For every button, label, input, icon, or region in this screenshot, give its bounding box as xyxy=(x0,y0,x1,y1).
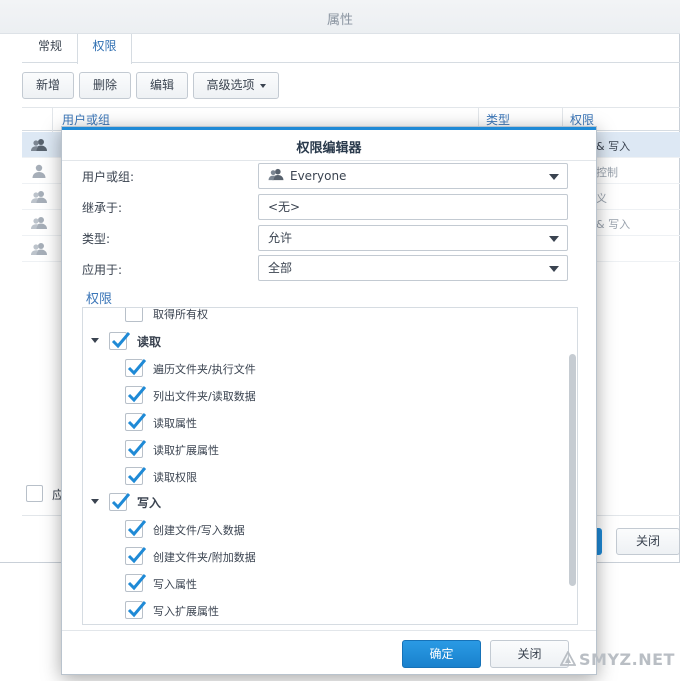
read-permissions-checkbox[interactable] xyxy=(125,467,146,485)
inherit-from-value: <无> xyxy=(268,200,301,214)
properties-tabs: 常规 权限 xyxy=(22,34,680,64)
write-extended-attributes-checkbox[interactable] xyxy=(125,601,146,619)
read-group-checkbox[interactable] xyxy=(109,332,130,350)
divider xyxy=(62,630,596,631)
user-group-icon xyxy=(31,241,47,260)
apply-checkbox[interactable] xyxy=(26,485,43,502)
take-ownership-checkbox[interactable] xyxy=(125,308,143,322)
list-folder-checkbox[interactable] xyxy=(125,386,146,404)
user-or-group-select[interactable]: Everyone xyxy=(258,163,568,189)
advanced-options-label: 高级选项 xyxy=(206,78,255,92)
watermark: SMYZ.NET xyxy=(559,649,675,671)
list-item: 读取扩展属性 xyxy=(83,437,563,464)
dropdown-arrow-icon xyxy=(549,174,559,180)
read-extended-attributes-checkbox[interactable] xyxy=(125,440,146,458)
permission-label: 遍历文件夹/执行文件 xyxy=(153,363,256,376)
tab-permissions[interactable]: 权限 xyxy=(77,34,132,64)
expand-triangle-icon[interactable] xyxy=(91,499,99,504)
create-files-checkbox[interactable] xyxy=(125,520,146,538)
traverse-folder-checkbox[interactable] xyxy=(125,359,146,377)
user-group-icon xyxy=(31,189,47,208)
permission-label: 读取权限 xyxy=(153,471,197,484)
permission-editor-dialog: 权限编辑器 用户或组: Everyone 继承于: <无> 类型: 允许 应用于… xyxy=(61,126,597,675)
user-group-icon xyxy=(31,137,47,156)
apply-to-select[interactable]: 全部 xyxy=(258,255,568,281)
permission-label: 列出文件夹/读取数据 xyxy=(153,390,256,403)
take-ownership-label: 取得所有权 xyxy=(153,308,208,321)
inherit-from-label: 继承于: xyxy=(82,201,123,215)
list-item: 遍历文件夹/执行文件 xyxy=(83,356,563,383)
user-group-icon xyxy=(268,165,284,189)
permission-label: 读取扩展属性 xyxy=(153,444,219,457)
permission-label: 写入属性 xyxy=(153,578,197,591)
user-icon xyxy=(31,163,47,182)
dropdown-arrow-icon xyxy=(549,266,559,272)
advanced-options-button[interactable]: 高级选项 xyxy=(193,72,279,99)
type-label: 类型: xyxy=(82,232,111,246)
dropdown-arrow-icon xyxy=(549,236,559,242)
user-or-group-label: 用户或组: xyxy=(82,170,135,184)
type-value: 允许 xyxy=(268,231,293,245)
tab-general[interactable]: 常规 xyxy=(30,34,70,63)
column-divider xyxy=(52,108,53,132)
close-button[interactable]: 关闭 xyxy=(490,640,569,668)
read-attributes-checkbox[interactable] xyxy=(125,413,146,431)
list-item: 创建文件夹/附加数据 xyxy=(83,544,563,571)
expand-triangle-icon[interactable] xyxy=(91,338,99,343)
permission-label: 创建文件夹/附加数据 xyxy=(153,551,256,564)
write-attributes-checkbox[interactable] xyxy=(125,574,146,592)
permission-label: 读取属性 xyxy=(153,417,197,430)
list-item: 创建文件/写入数据 xyxy=(83,517,563,544)
watermark-text: SMYZ.NET xyxy=(579,650,675,669)
scrollbar-thumb[interactable] xyxy=(569,354,576,586)
row-permission: & 写入 xyxy=(596,218,631,231)
list-item: 读取 xyxy=(83,329,563,356)
properties-title: 属性 xyxy=(326,13,353,28)
create-folders-checkbox[interactable] xyxy=(125,547,146,565)
properties-title-bar: 属性 xyxy=(0,0,680,34)
user-group-icon xyxy=(31,215,47,234)
row-permission: 控制 xyxy=(596,166,618,179)
list-item: 写入 xyxy=(83,490,563,517)
delete-button[interactable]: 删除 xyxy=(79,72,131,99)
read-group-label: 读取 xyxy=(137,335,162,349)
permission-label: 创建文件/写入数据 xyxy=(153,524,245,537)
list-item: 读取权限 xyxy=(83,464,563,491)
apply-to-label: 应用于: xyxy=(82,263,123,277)
list-item: 取得所有权 xyxy=(83,308,563,328)
write-group-label: 写入 xyxy=(137,496,162,510)
user-or-group-value: Everyone xyxy=(290,169,347,183)
inherit-from-field: <无> xyxy=(258,194,568,220)
apply-to-value: 全部 xyxy=(268,261,293,275)
add-button[interactable]: 新增 xyxy=(22,72,74,99)
properties-close-button[interactable]: 关闭 xyxy=(616,528,680,555)
list-item: 写入属性 xyxy=(83,571,563,598)
ok-button[interactable]: 确定 xyxy=(402,640,481,668)
dialog-title-bar: 权限编辑器 xyxy=(62,127,596,161)
dialog-title: 权限编辑器 xyxy=(296,141,362,156)
edit-button[interactable]: 编辑 xyxy=(136,72,188,99)
permissions-list: 取得所有权 读取 遍历文件夹/执行文件 列出文件夹/读取数据 读取属性 读取扩展… xyxy=(82,307,578,625)
list-item: 列出文件夹/读取数据 xyxy=(83,383,563,410)
row-permission: 义 xyxy=(596,192,607,205)
write-group-checkbox[interactable] xyxy=(109,493,130,511)
type-select[interactable]: 允许 xyxy=(258,225,568,251)
row-permission: & 写入 xyxy=(596,140,631,153)
caret-down-icon xyxy=(259,83,266,88)
permission-label: 写入扩展属性 xyxy=(153,605,219,618)
watermark-logo-icon xyxy=(559,649,577,671)
permissions-heading: 权限 xyxy=(86,292,113,307)
list-item: 写入扩展属性 xyxy=(83,598,563,624)
list-item: 读取属性 xyxy=(83,410,563,437)
